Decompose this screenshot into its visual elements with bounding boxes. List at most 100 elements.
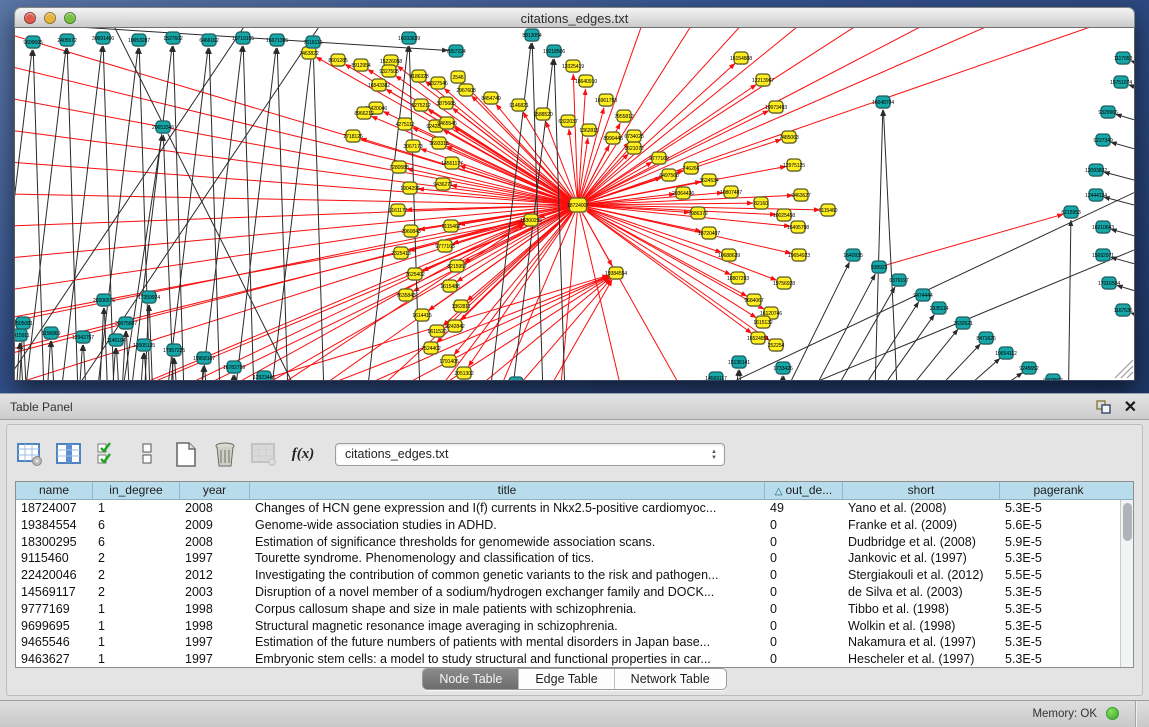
table-cell-out_degree[interactable]: 0	[765, 634, 843, 651]
network-node[interactable]: 9245652	[1019, 362, 1038, 375]
table-cell-short[interactable]: Jankovic et al. (1997)	[843, 550, 1000, 567]
network-edge[interactable]	[15, 221, 523, 328]
table-row[interactable]: 1938455462009Genome-wide association stu…	[16, 517, 1120, 534]
network-node[interactable]: 9474444	[913, 289, 932, 302]
network-node[interactable]: 14569117	[705, 372, 727, 380]
network-edge[interactable]	[116, 348, 121, 380]
network-node[interactable]: 2935114	[930, 302, 949, 315]
table-cell-short[interactable]: Dudbridge et al. (2008)	[843, 534, 1000, 551]
network-node[interactable]: 9777163	[435, 240, 454, 253]
column-header-year[interactable]: year	[180, 482, 250, 499]
network-node[interactable]: 20206576	[93, 294, 115, 307]
table-cell-pagerank[interactable]: 5.3E-5	[1000, 500, 1117, 517]
table-cell-year[interactable]: 1997	[180, 651, 250, 667]
network-node[interactable]: 10653287	[128, 34, 150, 47]
network-node[interactable]: 1621072	[624, 142, 643, 155]
network-node[interactable]: 15751074	[1110, 76, 1132, 89]
network-node[interactable]: 9600115	[507, 377, 526, 380]
network-node[interactable]: 7632621	[953, 317, 972, 330]
network-node[interactable]: 9465546	[437, 117, 456, 130]
network-node[interactable]: 4275112	[396, 118, 415, 131]
table-cell-in_degree[interactable]: 1	[93, 634, 180, 651]
network-edge[interactable]	[15, 205, 578, 333]
table-cell-pagerank[interactable]: 5.3E-5	[1000, 550, 1117, 567]
network-edge[interactable]	[777, 376, 782, 380]
table-cell-year[interactable]: 1998	[180, 618, 250, 635]
network-node[interactable]: 82160	[754, 197, 769, 210]
network-node[interactable]: 9115462	[442, 220, 461, 233]
network-node[interactable]: 9242842	[445, 320, 464, 333]
network-node[interactable]: 18640910	[575, 75, 597, 88]
table-cell-pagerank[interactable]: 5.3E-5	[1000, 651, 1117, 667]
network-node[interactable]: 7955812	[614, 110, 633, 123]
table-cell-year[interactable]: 2012	[180, 567, 250, 584]
network-node[interactable]: 746266	[683, 162, 700, 175]
network-node[interactable]: 2967608	[456, 84, 475, 97]
tab-network-table[interactable]: Network Table	[615, 669, 726, 689]
network-node[interactable]: 20364436	[672, 187, 694, 200]
table-cell-short[interactable]: Yano et al. (2008)	[843, 500, 1000, 517]
network-node[interactable]: 8454749	[481, 92, 500, 105]
network-node[interactable]: 1640935	[843, 249, 862, 262]
network-edge[interactable]	[197, 46, 242, 380]
table-row[interactable]: 969969511998Structural magnetic resonanc…	[16, 618, 1120, 635]
network-edge[interactable]	[15, 343, 19, 380]
network-node[interactable]: 16524851	[747, 332, 769, 345]
network-node[interactable]: 3915911	[15, 329, 30, 342]
network-node[interactable]: 9327508	[379, 65, 398, 78]
network-node[interactable]: 3875685	[436, 97, 455, 110]
network-node[interactable]: 8990448	[603, 132, 622, 145]
table-cell-out_degree[interactable]: 0	[765, 534, 843, 551]
column-header-title[interactable]: title	[250, 482, 765, 499]
network-canvas[interactable]: 1872400718300295193845547463822860128589…	[15, 28, 1134, 380]
tab-edge-table[interactable]: Edge Table	[519, 669, 614, 689]
table-cell-in_degree[interactable]: 1	[93, 500, 180, 517]
column-header-in_degree[interactable]: in_degree	[93, 482, 180, 499]
network-node[interactable]: 7857224	[446, 45, 465, 58]
network-edge[interactable]	[874, 110, 883, 380]
network-node[interactable]: 16782759	[223, 361, 245, 374]
table-cell-in_degree[interactable]: 2	[93, 584, 180, 601]
network-node[interactable]: 6497568	[659, 169, 678, 182]
table-cell-out_degree[interactable]: 0	[765, 517, 843, 534]
table-cell-name[interactable]: 9465546	[16, 634, 93, 651]
network-node[interactable]: 2546	[451, 71, 466, 84]
network-edge[interactable]	[51, 341, 56, 380]
network-node[interactable]: 20653346	[152, 121, 174, 134]
table-cell-pagerank[interactable]: 5.3E-5	[1000, 601, 1117, 618]
network-node[interactable]: 10719155	[232, 32, 254, 45]
network-node[interactable]: 10654112	[995, 347, 1017, 360]
network-node[interactable]: 7516116	[304, 36, 323, 49]
network-node[interactable]: 16671385	[266, 34, 288, 47]
network-edge[interactable]	[901, 344, 981, 380]
table-cell-title[interactable]: Structural magnetic resonance image aver…	[250, 618, 765, 635]
network-edge[interactable]	[57, 46, 102, 380]
table-cell-in_degree[interactable]: 6	[93, 517, 180, 534]
table-cell-title[interactable]: Embryonic stem cells: a model to study s…	[250, 651, 765, 667]
network-edge[interactable]	[578, 205, 777, 280]
network-node[interactable]: 18720407	[698, 227, 720, 240]
table-cell-out_degree[interactable]: 0	[765, 567, 843, 584]
network-node[interactable]: 19654923	[788, 249, 810, 262]
network-node[interactable]: 16154808	[730, 52, 752, 65]
table-cell-name[interactable]: 9699695	[16, 618, 93, 635]
table-cell-out_degree[interactable]: 49	[765, 500, 843, 517]
table-cell-name[interactable]: 9115460	[16, 550, 93, 567]
table-cell-title[interactable]: Changes of HCN gene expression and I(f) …	[250, 500, 765, 517]
table-cell-out_degree[interactable]: 0	[765, 651, 843, 667]
network-node[interactable]: 2718126	[343, 130, 362, 143]
network-node[interactable]: 8186328	[409, 70, 428, 83]
network-node[interactable]: 9329966	[1098, 106, 1117, 119]
network-node[interactable]: 8966212	[354, 107, 373, 120]
network-node[interactable]: 938923	[871, 261, 888, 274]
column-header-short[interactable]: short	[843, 482, 1000, 499]
network-edge[interactable]	[228, 375, 233, 380]
select-all-icon[interactable]	[93, 439, 123, 469]
network-node[interactable]: 6734028	[624, 130, 643, 143]
network-node[interactable]: 16210643	[1092, 221, 1114, 234]
network-edge[interactable]	[409, 46, 421, 380]
float-panel-icon[interactable]	[1096, 400, 1111, 414]
scrollbar-thumb[interactable]	[1123, 503, 1132, 541]
network-node[interactable]: 9436271	[433, 178, 452, 191]
network-node[interactable]: 6322037	[558, 115, 577, 128]
